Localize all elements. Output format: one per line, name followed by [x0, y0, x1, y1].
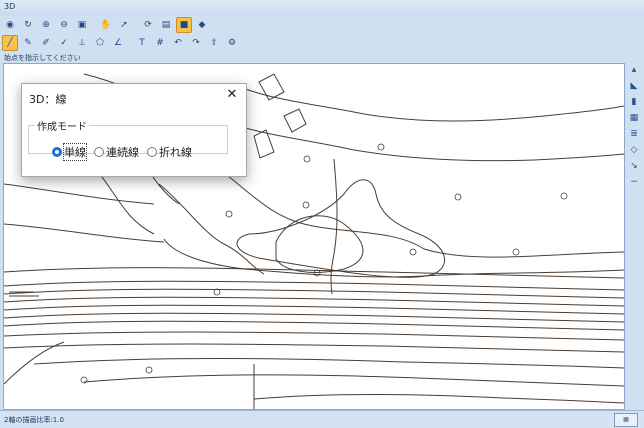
edit-icon[interactable]: ✐ — [38, 35, 54, 51]
diamond-icon[interactable]: ◇ — [628, 144, 640, 156]
command-prompt: 始点を指示してください — [4, 54, 81, 62]
arrow-icon[interactable]: ↘ — [628, 160, 640, 172]
toolbar-draw: ╱ ✎ ✐ ✓ ⟂ ⬠ ∠ T # ↶ ↷ ⇪ ⚙ — [2, 35, 240, 51]
dialog-title: 3D：線 — [29, 93, 67, 106]
creation-mode-label: 作成モード — [37, 122, 87, 133]
toolbar-separator — [128, 36, 132, 50]
radio-continuous-line[interactable]: 連続線 — [94, 144, 139, 160]
radio-button-checked[interactable] — [52, 147, 62, 157]
pen-icon[interactable]: ✎ — [20, 35, 36, 51]
print-icon[interactable]: ▤ — [158, 17, 174, 33]
status-text: 2軸の描画比率:1.0 — [4, 416, 64, 424]
status-indicator-icon[interactable]: ▦ — [614, 413, 638, 427]
zoom-out-icon[interactable]: ⊖ — [56, 17, 72, 33]
minus-icon[interactable]: − — [628, 176, 640, 188]
export-icon[interactable]: ⇪ — [206, 35, 222, 51]
measure-icon[interactable]: ⟂ — [74, 35, 90, 51]
stack-icon[interactable]: ≣ — [628, 128, 640, 140]
tile-icon[interactable]: ▦ — [628, 112, 640, 124]
bar-icon[interactable]: ▮ — [628, 96, 640, 108]
redo-icon[interactable]: ↷ — [188, 35, 204, 51]
radio-button[interactable] — [94, 147, 104, 157]
radio-label: 連続線 — [106, 146, 139, 159]
toolbar-separator — [134, 18, 138, 32]
radio-single-line[interactable]: 単線 — [52, 143, 87, 161]
window-title-bar: 3D — [0, 0, 644, 16]
mode-radio-group: 単線 連続線 折れ線 — [52, 143, 192, 161]
angle-icon[interactable]: ∠ — [110, 35, 126, 51]
fit-icon[interactable]: ▣ — [74, 17, 90, 33]
layer-icon[interactable]: ◆ — [194, 17, 210, 33]
rotate-icon[interactable]: ↻ — [20, 17, 36, 33]
refresh-icon[interactable]: ⟳ — [140, 17, 156, 33]
hand-icon[interactable]: ✋ — [98, 17, 114, 33]
window-title: 3D — [4, 2, 16, 11]
select-icon[interactable]: ➚ — [116, 17, 132, 33]
zoom-in-icon[interactable]: ⊕ — [38, 17, 54, 33]
toolbar-separator — [92, 18, 96, 32]
grid-icon[interactable]: # — [152, 35, 168, 51]
line-mode-dialog: 3D：線 ✕ 作成モード 単線 連続線 折れ線 — [21, 83, 247, 177]
check-icon[interactable]: ✓ — [56, 35, 72, 51]
shape-icon[interactable]: ◣ — [628, 80, 640, 92]
right-toolbar: ▴ ◣ ▮ ▦ ≣ ◇ ↘ − — [628, 64, 642, 188]
line-icon[interactable]: ╱ — [2, 35, 18, 51]
text-icon[interactable]: T — [134, 35, 150, 51]
radio-polyline[interactable]: 折れ線 — [147, 144, 192, 160]
polygon-icon[interactable]: ⬠ — [92, 35, 108, 51]
camera-icon[interactable]: ◉ — [2, 17, 18, 33]
radio-label: 折れ線 — [159, 146, 192, 159]
status-bar: 2軸の描画比率:1.0 ▦ — [0, 410, 644, 428]
toolbar-main: ◉ ↻ ⊕ ⊖ ▣ ✋ ➚ ⟳ ▤ ■ ◆ — [2, 17, 210, 33]
radio-button[interactable] — [147, 147, 157, 157]
color-icon[interactable]: ■ — [176, 17, 192, 33]
settings-icon[interactable]: ⚙ — [224, 35, 240, 51]
radio-label: 単線 — [63, 143, 87, 161]
undo-icon[interactable]: ↶ — [170, 35, 186, 51]
up-icon[interactable]: ▴ — [628, 64, 640, 76]
close-icon[interactable]: ✕ — [224, 87, 240, 103]
